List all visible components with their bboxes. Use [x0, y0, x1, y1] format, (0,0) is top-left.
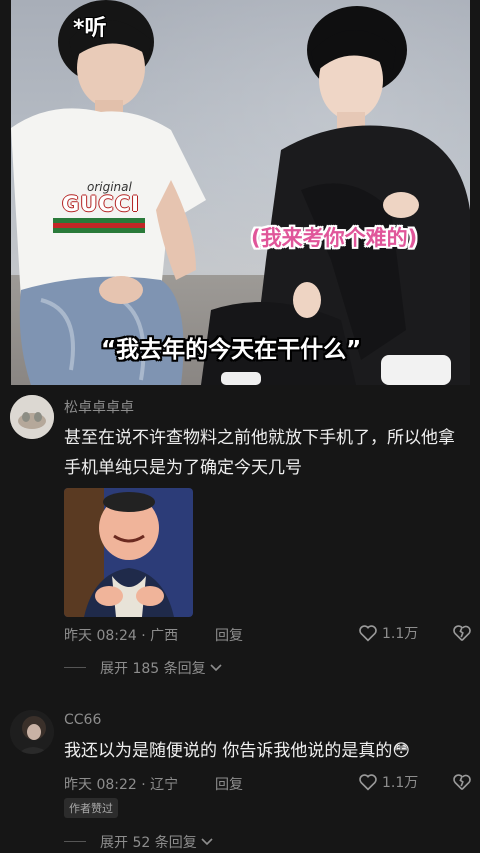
comment-meta: 昨天 08:22 · 辽宁: [64, 777, 179, 793]
like-button[interactable]: 1.1万: [358, 772, 418, 792]
avatar-image: [10, 395, 54, 439]
subtitle-top: *听: [73, 16, 107, 41]
comment-text: 甚至在说不许查物料之前他就放下手机了，所以他拿手机单纯只是为了确定今天几号: [64, 428, 455, 478]
chevron-down-icon: [210, 664, 222, 672]
comment-image[interactable]: [64, 488, 193, 617]
video-frame[interactable]: original GUCCI *听 (我来考你个难的) “我去年的今天在干什么”: [11, 0, 470, 385]
heart-icon: [359, 774, 377, 791]
broken-heart-icon[interactable]: [452, 624, 472, 642]
reply-button[interactable]: 回复: [215, 625, 243, 645]
expand-replies-button[interactable]: 展开 52 条回复: [100, 832, 213, 852]
avatar-image: [10, 710, 54, 754]
comment-text-content: 我还以为是随便说的 你告诉我他说的是真的: [64, 741, 393, 761]
tshirt-logo: GUCCI: [62, 192, 140, 216]
expand-replies-label: 展开 52 条回复: [100, 835, 197, 851]
flushed-emoji: 😳: [392, 741, 411, 761]
expand-divider: [64, 667, 86, 668]
like-button[interactable]: 1.1万: [358, 623, 418, 643]
comment-username[interactable]: CC66: [64, 712, 101, 728]
like-count: 1.1万: [382, 775, 419, 791]
expand-divider: [64, 841, 86, 842]
avatar[interactable]: [10, 395, 54, 439]
comment-username[interactable]: 松卓卓卓卓: [64, 397, 134, 417]
avatar[interactable]: [10, 710, 54, 754]
reply-button[interactable]: 回复: [215, 774, 243, 794]
subtitle-pink: (我来考你个难的): [251, 226, 418, 250]
comment-meta: 昨天 08:24 · 广西: [64, 628, 179, 644]
chevron-down-icon: [201, 838, 213, 846]
heart-icon: [359, 625, 377, 642]
comment-item: CC66 我还以为是随便说的 你告诉我他说的是真的😳 昨天 08:22 · 辽宁…: [0, 700, 480, 853]
subtitle-bottom: “我去年的今天在干什么”: [101, 337, 362, 363]
meme-image: [64, 488, 193, 617]
comment-text: 我还以为是随便说的 你告诉我他说的是真的😳: [64, 736, 469, 766]
expand-replies-button[interactable]: 展开 185 条回复: [100, 658, 222, 678]
comment-item: 松卓卓卓卓 甚至在说不许查物料之前他就放下手机了，所以他拿手机单纯只是为了确定今…: [0, 385, 480, 685]
author-liked-badge: 作者赞过: [64, 798, 118, 818]
broken-heart-icon[interactable]: [452, 773, 472, 791]
like-count: 1.1万: [382, 626, 419, 642]
expand-replies-label: 展开 185 条回复: [100, 661, 206, 677]
